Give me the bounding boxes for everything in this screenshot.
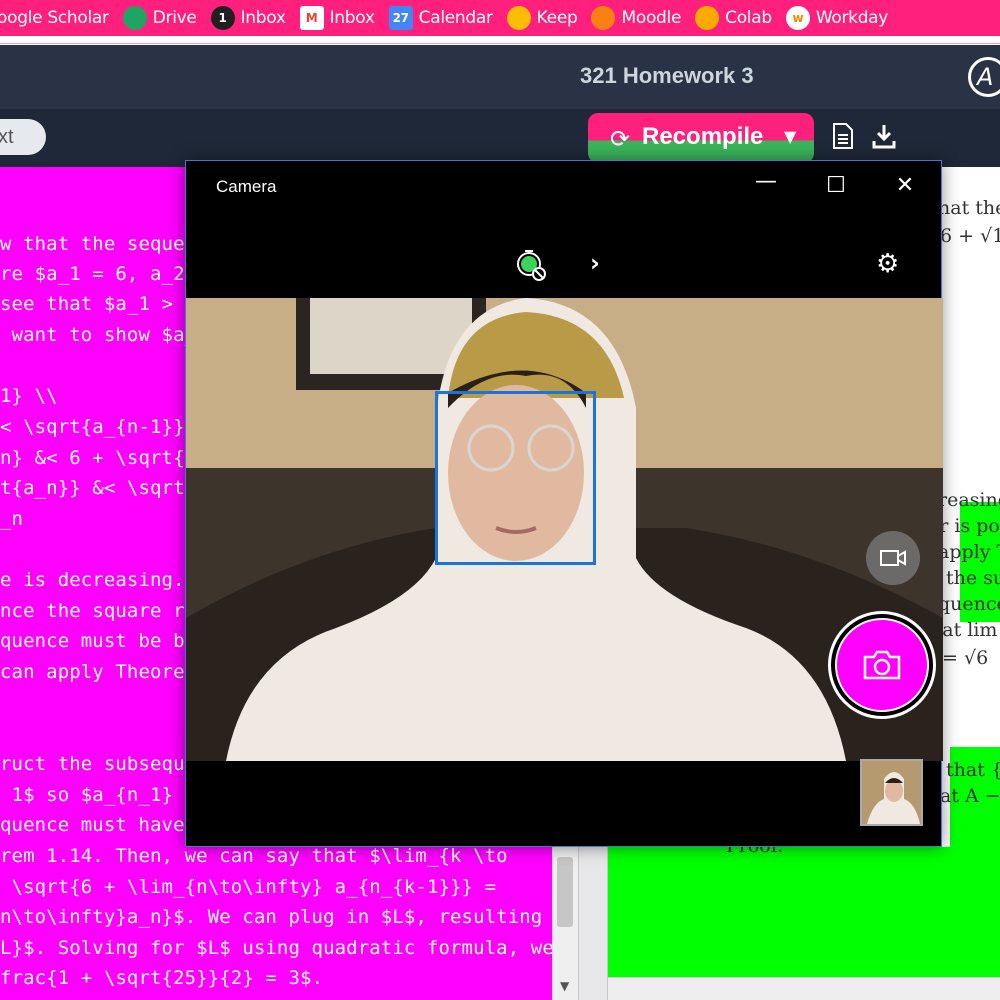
bookmark-label: Calendar [418,8,493,28]
code-line: t{a_n}} &< \sqrt{ [0,477,197,499]
gear-icon[interactable]: ⚙ [876,249,899,279]
refresh-icon: ⟳ [610,125,631,153]
workday-icon: w [785,6,810,30]
bookmark-scholar[interactable]: oogle Scholar [0,0,116,36]
chevron-down-icon[interactable]: ▼ [784,127,796,146]
code-line: nce the square ro [0,600,197,622]
bookmark-keep[interactable]: Keep [500,0,585,36]
overleaf-header: 321 Homework 3 A [0,45,1000,109]
code-line: see that $a_1 > a [0,293,197,315]
code-line: re $a_1 = 6, a_2 [0,263,197,285]
bookmark-colab[interactable]: Colab [688,0,779,36]
editor-toolbar: xt ⟳ Recompile ▼ [0,109,1000,167]
video-mode-button[interactable] [866,531,920,585]
close-button[interactable]: ✕ [890,173,920,198]
bookmark-label: Workday [815,8,889,28]
keep-icon [506,6,531,30]
inbox-icon: 1 [210,6,235,30]
bookmark-label: Moodle [621,8,682,28]
minimize-button[interactable]: — [751,169,781,194]
pdf-text-fragment: apply T [938,541,1000,563]
code-line: 1} \\ [0,385,58,407]
drive-icon [122,6,147,30]
bookmark-inbox[interactable]: 1 Inbox [204,0,293,36]
pdf-text-fragment: that { [946,759,1000,781]
calendar-icon: 27 [388,6,413,30]
screen: oogle Scholar Drive 1 Inbox M Inbox 27 Calendar… [0,0,1000,1000]
take-photo-button[interactable] [828,611,936,719]
camera-window[interactable]: Camera — ☐ ✕ › ⚙ [185,160,943,847]
pdf-text-fragment: = √6 [942,647,989,669]
bookmarks-bar: oogle Scholar Drive 1 Inbox M Inbox 27 Calendar… [0,0,1000,36]
code-line: n\to\infty}a_n}$. We can plug in $L$, re… [0,906,543,928]
download-icon[interactable] [872,123,896,155]
code-line: quence must be bo [0,630,197,652]
maximize-button[interactable]: ☐ [821,173,851,198]
bookmark-label: Keep [536,8,578,28]
bookmark-workday[interactable]: w Workday [779,0,895,36]
chevron-right-icon[interactable]: › [590,249,600,277]
camera-title: Camera [216,177,277,196]
code-line: frac{1 + \sqrt{25}}{2} = 3$. [0,967,324,989]
photo-button-face[interactable] [835,618,929,712]
code-line: \sqrt{6 + \lim_{n\to\infty} a_{n_{k-1}}}… [0,876,497,898]
bookmark-label: Inbox [240,8,286,28]
highlight-blob [608,847,1000,977]
bookmark-label: oogle Scholar [0,8,109,28]
editor-scroll-thumb[interactable] [557,857,573,927]
recompile-button[interactable]: ⟳ Recompile ▼ [588,113,814,163]
pdf-text-fragment: the sub [946,567,1000,589]
code-line: rem 1.14. Then, we can say that $\lim_{k… [0,845,508,867]
code-line: L}$. Solving for $L$ using quadratic for… [0,937,552,959]
search-input[interactable]: xt [0,119,46,155]
pdf-text-fragment: quence [938,593,1000,615]
bookmark-gmail[interactable]: M Inbox [293,0,382,36]
colab-icon [695,6,720,30]
timer-off-icon[interactable] [514,247,550,287]
pdf-text-fragment: hat the [938,197,1000,219]
code-line: can apply Theorem [0,661,197,683]
bookmark-label: Inbox [329,8,375,28]
project-title: 321 Homework 3 [580,63,754,88]
gmail-icon: M [299,6,324,30]
code-line: n} &< 6 + \sqrt{a [0,447,197,469]
code-line: ruct the subseque [0,753,197,775]
pdf-text-fragment: reasing, [938,489,1000,511]
code-line: w that the sequen [0,233,197,255]
code-line: < \sqrt{a_{n-1}} [0,416,185,438]
last-photo-thumbnail[interactable] [860,759,923,826]
code-line: 1$ so $a_{n_1} = [0,784,197,806]
scroll-down-icon[interactable]: ▼ [560,979,569,993]
code-line: _n [0,508,24,530]
video-camera-icon [880,550,906,566]
bookmarks-divider [0,36,1000,44]
camera-feed [186,298,943,761]
bookmark-moodle[interactable]: Moodle [584,0,688,36]
camera-icon [863,650,901,680]
code-line: e is decreasing. [0,569,185,591]
code-line: want to show $a_ [0,324,197,346]
pdf-status-bar: ◀ [608,977,1000,1000]
face-detection-box [435,391,596,565]
logs-icon[interactable] [832,123,854,155]
recompile-label: Recompile [642,123,764,150]
pdf-text-fragment: at A − [940,785,1000,807]
bookmark-calendar[interactable]: 27 Calendar [382,0,500,36]
bookmark-label: Colab [725,8,772,28]
code-line: quence must have [0,814,197,836]
bookmark-label: Drive [152,8,197,28]
pdf-text-fragment: 6 + √1 [940,225,1000,247]
overleaf-logo-icon[interactable]: A [968,57,1000,97]
moodle-icon [591,6,616,30]
bookmark-drive[interactable]: Drive [116,0,204,36]
